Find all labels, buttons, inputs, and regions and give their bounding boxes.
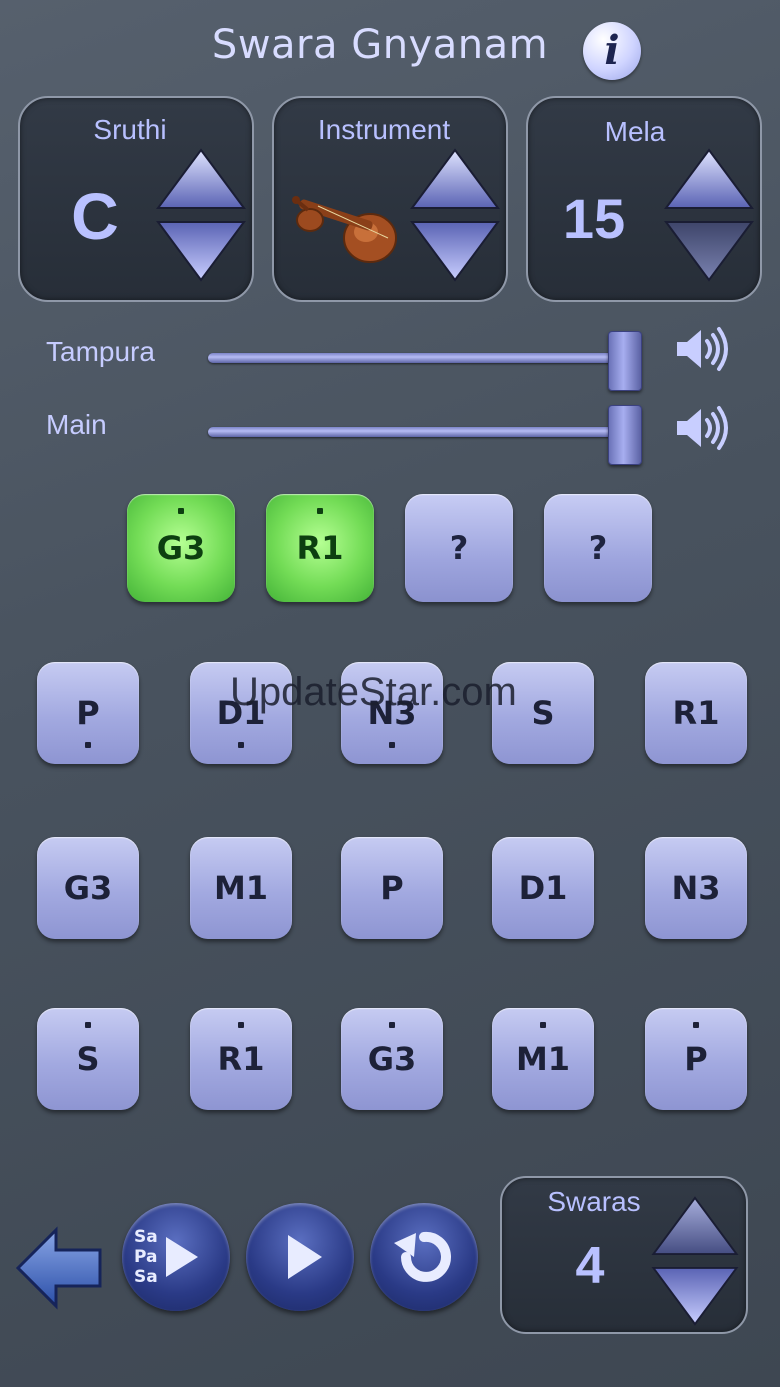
- mela-panel: Mela 15: [526, 96, 762, 302]
- play-sapasa-button[interactable]: Sa Pa Sa: [122, 1203, 230, 1311]
- play-button[interactable]: [246, 1203, 354, 1311]
- octave-dot: [178, 508, 184, 514]
- octave-dot: [85, 1022, 91, 1028]
- swaras-down-button[interactable]: [650, 1266, 740, 1326]
- answer-slot: ?: [405, 494, 513, 602]
- answer-slot: ?: [544, 494, 652, 602]
- tampura-speaker-icon[interactable]: [674, 326, 730, 372]
- swara-key-label: G3: [63, 869, 113, 907]
- sruthi-label: Sruthi: [93, 114, 167, 145]
- sruthi-panel: Sruthi C: [18, 96, 254, 302]
- mela-value: 15: [562, 187, 626, 250]
- instrument-down-button[interactable]: [410, 220, 500, 282]
- octave-dot: [540, 1022, 546, 1028]
- answer-label: R1: [296, 529, 344, 567]
- swara-key-label: R1: [217, 1040, 265, 1078]
- main-speaker-icon[interactable]: [674, 405, 730, 451]
- swaras-up-button[interactable]: [650, 1196, 740, 1256]
- answer-label: G3: [156, 529, 206, 567]
- main-slider-track[interactable]: [208, 427, 628, 437]
- swara-key-label: N3: [367, 694, 417, 732]
- sruthi-down-button[interactable]: [156, 220, 246, 282]
- replay-button[interactable]: [370, 1203, 478, 1311]
- swara-key[interactable]: G3: [341, 1008, 443, 1110]
- swara-key[interactable]: G3: [37, 837, 139, 939]
- sruthi-up-button[interactable]: [156, 148, 246, 210]
- main-slider-thumb[interactable]: [608, 405, 642, 465]
- swara-key[interactable]: P: [37, 662, 139, 764]
- mela-label: Mela: [604, 116, 666, 147]
- swara-key-label: N3: [671, 869, 721, 907]
- swara-key[interactable]: N3: [645, 837, 747, 939]
- swara-key-label: G3: [367, 1040, 417, 1078]
- octave-dot: [317, 508, 323, 514]
- swara-key[interactable]: M1: [492, 1008, 594, 1110]
- swara-key-label: R1: [672, 694, 720, 732]
- swaras-panel: Swaras 4: [500, 1176, 748, 1334]
- tampura-slider-track[interactable]: [208, 353, 628, 363]
- mela-stepper: [664, 148, 754, 284]
- octave-dot: [389, 742, 395, 748]
- swara-key[interactable]: D1: [190, 662, 292, 764]
- swara-key-label: S: [531, 694, 555, 732]
- swara-key[interactable]: D1: [492, 837, 594, 939]
- info-button[interactable]: i: [583, 22, 641, 80]
- back-arrow-icon[interactable]: [14, 1226, 104, 1310]
- swara-key[interactable]: P: [341, 837, 443, 939]
- instrument-up-button[interactable]: [410, 148, 500, 210]
- answer-slot: G3: [127, 494, 235, 602]
- swara-key[interactable]: S: [492, 662, 594, 764]
- veena-icon: [292, 196, 397, 263]
- octave-dot: [238, 1022, 244, 1028]
- sruthi-stepper: [156, 148, 246, 284]
- answer-slot: R1: [266, 494, 374, 602]
- swara-key-label: M1: [213, 869, 269, 907]
- answer-label: ?: [449, 529, 469, 567]
- swaras-stepper: [650, 1196, 740, 1328]
- octave-dot: [389, 1022, 395, 1028]
- swara-key-label: M1: [515, 1040, 571, 1078]
- swara-key[interactable]: S: [37, 1008, 139, 1110]
- tampura-label: Tampura: [46, 336, 155, 367]
- answer-label: ?: [588, 529, 608, 567]
- swara-key-label: D1: [518, 869, 568, 907]
- tampura-slider-thumb[interactable]: [608, 331, 642, 391]
- swara-key[interactable]: P: [645, 1008, 747, 1110]
- sruthi-value: C: [71, 179, 119, 253]
- play-icon: [288, 1235, 322, 1279]
- mela-up-button[interactable]: [664, 148, 754, 210]
- swara-key[interactable]: M1: [190, 837, 292, 939]
- play-icon: [166, 1237, 198, 1277]
- swara-key[interactable]: R1: [190, 1008, 292, 1110]
- octave-dot: [238, 742, 244, 748]
- swara-key-label: P: [380, 869, 404, 907]
- swara-key[interactable]: N3: [341, 662, 443, 764]
- instrument-stepper: [410, 148, 500, 284]
- undo-icon: [394, 1231, 451, 1282]
- octave-dot: [693, 1022, 699, 1028]
- instrument-panel: Instrument: [272, 96, 508, 302]
- swaras-value: 4: [575, 1237, 605, 1295]
- main-volume-label: Main: [46, 409, 107, 440]
- swara-key-label: S: [76, 1040, 100, 1078]
- mela-down-button[interactable]: [664, 220, 754, 282]
- swara-key-label: D1: [216, 694, 266, 732]
- swara-key-label: P: [76, 694, 100, 732]
- swara-key[interactable]: R1: [645, 662, 747, 764]
- instrument-label: Instrument: [317, 114, 451, 145]
- swara-key-label: P: [684, 1040, 708, 1078]
- octave-dot: [85, 742, 91, 748]
- app-title: Swara Gnyanam: [211, 22, 549, 68]
